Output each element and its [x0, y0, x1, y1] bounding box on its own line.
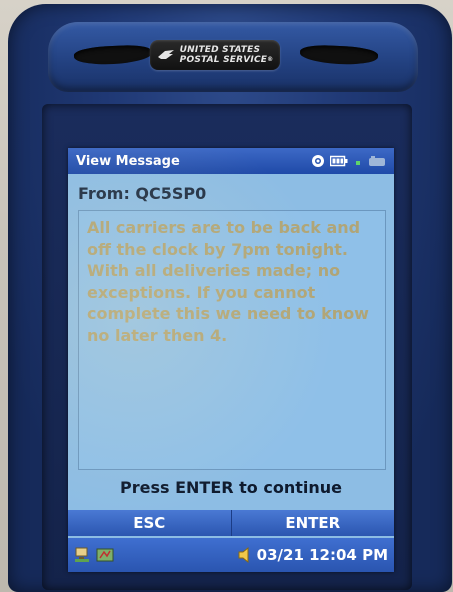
status-icons	[311, 154, 386, 168]
softkey-bar: ESC ENTER	[68, 510, 394, 536]
clock[interactable]: 03/21 12:04 PM	[257, 546, 388, 564]
taskbar: 03/21 12:04 PM	[68, 538, 394, 572]
gps-icon	[312, 155, 324, 167]
usps-eagle-icon	[157, 50, 174, 59]
title-bar: View Message	[68, 148, 394, 174]
registered-mark: ®	[267, 56, 274, 63]
window-title: View Message	[76, 153, 180, 169]
volume-icon[interactable]	[237, 546, 253, 564]
usps-wordmark-line1: UNITED STATES	[179, 45, 261, 55]
photo-background: UNITED STATES POSTAL SERVICE® View Messa…	[0, 0, 453, 592]
taskbar-tray-right: 03/21 12:04 PM	[237, 546, 388, 564]
usps-wordmark-line2: POSTAL SERVICE®	[179, 55, 274, 65]
continue-prompt: Press ENTER to continue	[120, 478, 342, 497]
signal-icon	[356, 161, 360, 165]
enter-softkey[interactable]: ENTER	[231, 510, 394, 536]
usps-logo-badge: UNITED STATES POSTAL SERVICE®	[150, 40, 280, 70]
battery-icon	[330, 155, 348, 167]
taskbar-tray-left	[74, 546, 114, 564]
network-icon[interactable]	[74, 546, 92, 564]
connection-icon[interactable]	[96, 546, 114, 564]
esc-softkey[interactable]: ESC	[68, 510, 232, 536]
device-screen: View Message From: QC5SP0 All carriers a…	[68, 148, 394, 572]
radio-icon	[369, 156, 385, 166]
message-sender: From: QC5SP0	[78, 184, 207, 203]
usps-wordmark: UNITED STATES POSTAL SERVICE®	[180, 45, 274, 65]
message-body[interactable]: All carriers are to be back and off the …	[78, 210, 386, 470]
